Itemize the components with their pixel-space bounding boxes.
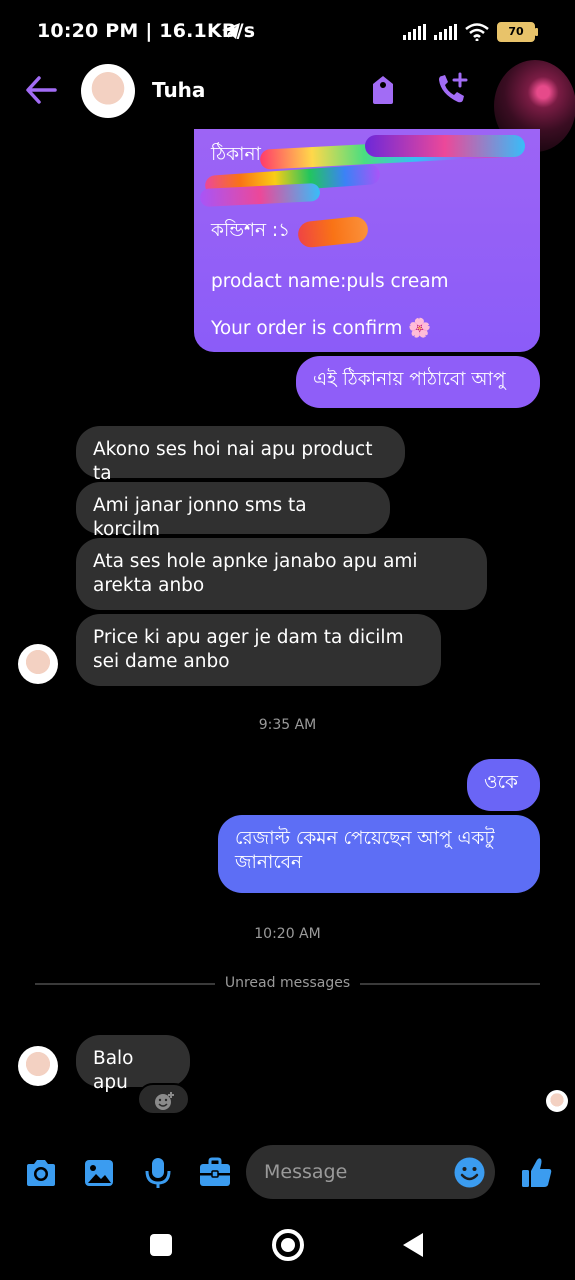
tag-icon[interactable] (369, 74, 397, 106)
back-button[interactable] (401, 1232, 425, 1258)
read-receipt-avatar (546, 1090, 568, 1112)
message-incoming[interactable]: Ata ses hole apnke janabo apu ami arekta… (76, 538, 487, 610)
emoji-icon[interactable] (454, 1157, 485, 1188)
order-product-line: prodact name:puls cream (211, 271, 449, 292)
wifi-icon (465, 23, 489, 41)
thumbs-up-icon[interactable] (520, 1156, 554, 1190)
gallery-icon[interactable] (82, 1156, 116, 1190)
microphone-icon[interactable] (141, 1156, 175, 1190)
battery-icon: 70 (497, 22, 538, 42)
contact-avatar[interactable] (81, 64, 135, 118)
order-condition-label: কন্ডিশন :১ (211, 220, 291, 241)
contact-avatar-small[interactable] (18, 644, 58, 684)
timestamp: 10:20 AM (254, 926, 321, 942)
redaction-scribble (365, 135, 525, 157)
call-add-icon[interactable] (436, 72, 470, 106)
timestamp: 9:35 AM (258, 717, 317, 733)
telegram-icon (222, 23, 240, 39)
briefcase-icon[interactable] (198, 1156, 232, 1190)
unread-messages-label: Unread messages (224, 975, 351, 991)
message-outgoing[interactable]: এই ঠিকানায় পাঠাবো আপু (296, 356, 540, 408)
add-reaction-button[interactable] (137, 1083, 190, 1115)
back-arrow-icon[interactable] (25, 75, 57, 105)
status-icons: 70 (403, 20, 538, 44)
message-incoming[interactable]: Price ki apu ager je dam ta dicilm sei d… (76, 614, 441, 686)
message-incoming[interactable]: Balo apu (76, 1035, 190, 1093)
contact-name[interactable]: Tuha (152, 78, 205, 102)
contact-avatar-small[interactable] (18, 1046, 58, 1086)
message-incoming[interactable]: Akono ses hoi nai apu product ta (76, 426, 405, 484)
signal-icon (403, 24, 426, 40)
camera-icon[interactable] (24, 1156, 58, 1190)
order-confirm-line: Your order is confirm 🌸 (211, 318, 432, 339)
recents-button[interactable] (150, 1234, 172, 1256)
home-button[interactable] (272, 1229, 304, 1261)
emoji-add-icon (155, 1092, 174, 1110)
message-outgoing[interactable]: ওকে (467, 759, 540, 811)
order-address-label: ঠিকানা (211, 144, 261, 165)
message-outgoing[interactable]: রেজাল্ট কেমন পেয়েছেন আপু একটু জানাবেন (218, 815, 540, 893)
message-incoming[interactable]: Ami janar jonno sms ta korcilm (76, 482, 390, 540)
signal-icon-2 (434, 24, 457, 40)
